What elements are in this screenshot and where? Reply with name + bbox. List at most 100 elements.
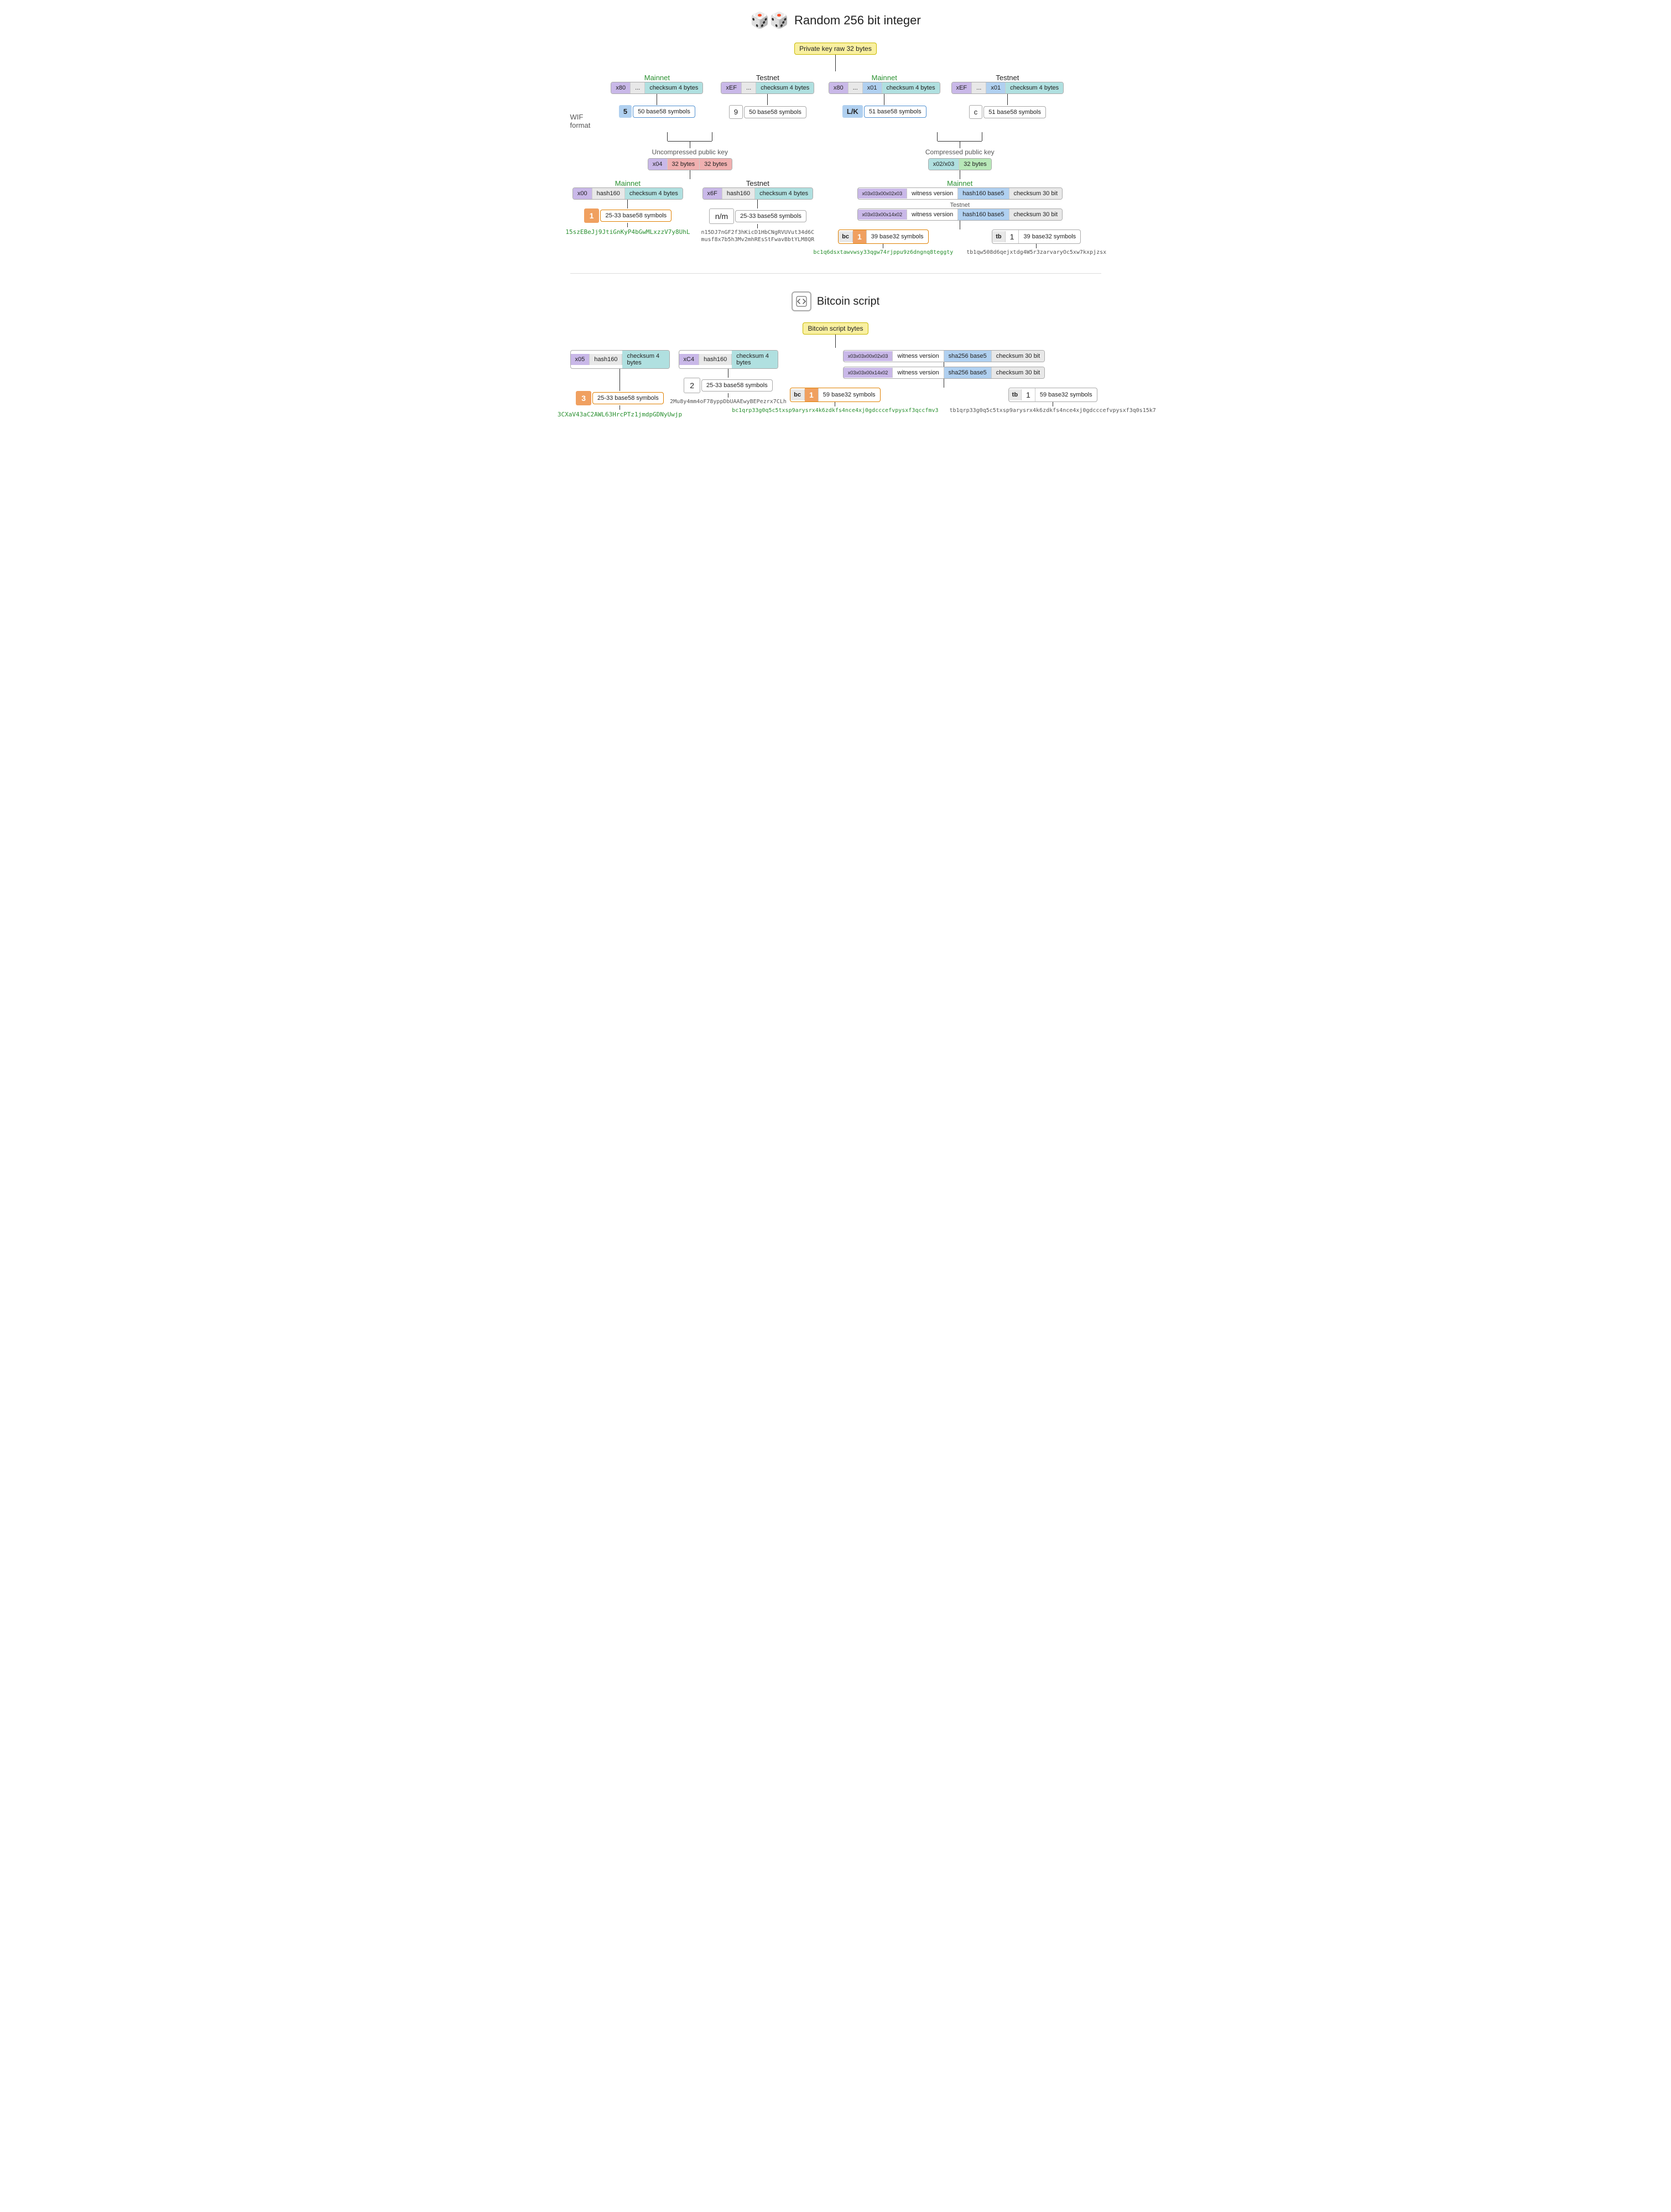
bech32-m-checksum: checksum 30 bit: [1009, 188, 1062, 199]
checksum-p2pkh-t: checksum 4 bytes: [755, 188, 813, 199]
prefix-3: 3: [576, 391, 591, 405]
p2pkh-mainnet-address: 15szEBeJj9JtiGnKyP4bGwMLxzzV7y8UhL: [565, 228, 690, 236]
script-bc-one: 1: [805, 388, 819, 401]
converge-arrows: [667, 132, 712, 141]
va7: [757, 200, 758, 208]
va6: [627, 223, 628, 227]
checksum-1: checksum 4 bytes: [645, 82, 702, 93]
script-checksum-m: checksum 4 bytes: [732, 351, 777, 368]
p2pkh-t-desc: 25-33 base58 symbols: [736, 211, 806, 222]
code-svg: [796, 296, 807, 307]
script-left: x05 hash160 checksum 4 bytes 3 25-33 bas…: [570, 350, 670, 418]
bech32-testnet-addr: tb 1 39 base32 symbols tb1qw508d6qejxtdg…: [966, 229, 1106, 255]
script-tb-desc: 59 base32 symbols: [1035, 389, 1097, 400]
p2pkh-testnet-addr2: musf8x7b5h3Mv2mhREsStFwavBbtYLM8QR: [701, 237, 815, 243]
page-container: 🎲🎲 Random 256 bit integer Private key ra…: [570, 11, 1101, 418]
script-right-mainnet-bytes: x03x03x00x02x03 witness version sha256 b…: [843, 350, 1045, 362]
wif-prefix-3: L/K: [842, 105, 863, 118]
checksum-p2pkh-m: checksum 4 bytes: [625, 188, 683, 199]
script-r-m-checksum: checksum 30 bit: [992, 351, 1044, 362]
script-bc1-box: bc 1 59 base32 symbols: [790, 388, 880, 402]
p2pkh-testnet-addr1: n15DJ7nGF2f3hKicD1HbCNgRVUVut34d6C: [701, 229, 815, 236]
wif-desc-4: 51 base58 symbols: [984, 107, 1045, 118]
va8: [757, 224, 758, 228]
script-cols: x05 hash160 checksum 4 bytes 3 25-33 bas…: [570, 350, 1101, 418]
p2pkh-m-desc: 25-33 base58 symbols: [601, 210, 671, 221]
script-tb1-addr: tb 1 59 base32 symbols tb1qrp33g0q5c5txs…: [950, 388, 1156, 414]
byte-dots-1: ...: [631, 82, 645, 93]
col-testnet-uncompressed: Testnet xEF ... checksum 4 bytes 9 50 ba…: [718, 74, 818, 119]
col-testnet-compressed: Testnet xEF ... x01 checksum 4 bytes c 5…: [951, 74, 1064, 119]
byte-xef-c: xEF: [952, 82, 972, 93]
p2pkh-testnet: Testnet x6F hash160 checksum 4 bytes n/m…: [701, 179, 815, 243]
wif-row-1: 5 50 base58 symbols: [619, 105, 695, 118]
compressed-label: Compressed public key: [925, 148, 995, 156]
script-bc1-address: bc1qrp33g0q5c5txsp9arysrx4k6zdkfs4nce4xj…: [732, 408, 938, 414]
bech32-testnet-prefix-row: tb 1 39 base32 symbols: [992, 229, 1081, 244]
bech32-mainnet-prefix-row: bc 1 39 base32 symbols: [838, 229, 928, 244]
script-header: Bitcoin script: [570, 291, 1101, 311]
header: 🎲🎲 Random 256 bit integer: [570, 11, 1101, 29]
x00: x00: [573, 188, 592, 199]
script-bc-prefix: bc: [790, 389, 805, 400]
script-right: x03x03x00x02x03 witness version sha256 b…: [787, 350, 1101, 414]
bech32-testnet-address: tb1qw508d6qejxtdg4W5r3zarvaryOc5xw7kxpjz…: [966, 249, 1106, 255]
label-testnet-1: Testnet: [756, 74, 779, 82]
script-tb-one: 1: [1022, 388, 1035, 401]
script-left-desc: 25-33 base58 symbols: [592, 392, 664, 404]
tb-prefix: tb: [992, 231, 1005, 242]
wif-desc-2: 50 base58 symbols: [745, 107, 806, 118]
checksum-2: checksum 4 bytes: [756, 82, 814, 93]
script-r-t-sha256: sha256 base5: [944, 367, 992, 378]
bech32-t-prefix-bytes: x03x03x00x14x02: [858, 210, 908, 220]
script-bc-desc: 59 base32 symbols: [819, 389, 880, 400]
page-title: Random 256 bit integer: [794, 13, 921, 28]
p2pkh-branches: Mainnet x00 hash160 checksum 4 bytes 1 2…: [565, 179, 814, 243]
wif-desc-box-4: 51 base58 symbols: [983, 106, 1046, 118]
x04-byte: x04: [648, 159, 668, 170]
bech32-m-hash160: hash160 base5: [958, 188, 1009, 199]
script-left-address: 3CXaV43aC2AWL63HrcPTz1jmdpGDNyUwjp: [558, 411, 682, 418]
converge-arrows-c: [937, 132, 982, 141]
prefix-nm: n/m: [709, 208, 734, 224]
p2pkh-testnet-wif: n/m 25-33 base58 symbols: [709, 208, 806, 224]
prefix-2: 2: [684, 378, 700, 393]
bc-prefix: bc: [839, 231, 853, 242]
script-title: Bitcoin script: [817, 295, 879, 308]
script-icon: [792, 291, 811, 311]
root-vline: [835, 55, 836, 71]
wif-desc-box-1: 50 base58 symbols: [633, 106, 695, 118]
byte-dots-2: ...: [742, 82, 756, 93]
p2pkh-testnet-desc-box: 25-33 base58 symbols: [735, 210, 806, 222]
script-r-m-sha256: sha256 base5: [944, 351, 992, 362]
32bytes-comp: 32 bytes: [959, 159, 991, 170]
compressed-branch: Compressed public key x02/x03 32 bytes M…: [819, 132, 1101, 255]
wif-desc-3: 51 base58 symbols: [865, 106, 926, 117]
bech32-m-witness: witness version: [907, 188, 958, 199]
script-vline: [835, 335, 836, 348]
checksum-3: checksum 4 bytes: [882, 82, 940, 93]
private-key-box: Private key raw 32 bytes: [794, 43, 877, 55]
wif-prefix-2: 9: [729, 105, 743, 119]
script-bc1-row: bc 1 59 base32 symbols: [790, 388, 880, 402]
wif-desc-1: 50 base58 symbols: [633, 106, 695, 117]
bech32-t-hash160: hash160 base5: [958, 209, 1009, 220]
label-p2pkh-mainnet: Mainnet: [615, 179, 641, 187]
script-tb1-row: tb 1 59 base32 symbols: [1008, 388, 1097, 402]
label-mainnet-1: Mainnet: [644, 74, 670, 82]
p2pkh-mainnet-desc: 25-33 base58 symbols: [600, 210, 671, 222]
p2pkh-testnet-bytes: x6F hash160 checksum 4 bytes: [702, 187, 814, 200]
32bytes-1: 32 bytes: [668, 159, 700, 170]
wif-row-4: c 51 base58 symbols: [969, 105, 1046, 119]
p2pkh-mainnet-bytes: x00 hash160 checksum 4 bytes: [572, 187, 683, 200]
bech32-section: Mainnet x03x03x00x02x03 witness version …: [813, 179, 1106, 255]
bitcoin-script-bytes-box: Bitcoin script bytes: [803, 322, 868, 335]
col-mainnet-compressed: Mainnet x80 ... x01 checksum 4 bytes L/K…: [829, 74, 940, 118]
byte-x80-c: x80: [829, 82, 848, 93]
bech32-mainnet-address: bc1q6dsxtawvwsy33qgw74rjppu9z6dngnq8tegg…: [813, 249, 953, 255]
script-r-t-prefix: x03x03x00x14x02: [844, 368, 893, 378]
bytes-row-2: xEF ... checksum 4 bytes: [721, 82, 814, 94]
p2pkh-mainnet: Mainnet x00 hash160 checksum 4 bytes 1 2…: [565, 179, 690, 243]
x02x03: x02/x03: [929, 159, 960, 170]
label-p2pkh-testnet: Testnet: [746, 179, 769, 187]
